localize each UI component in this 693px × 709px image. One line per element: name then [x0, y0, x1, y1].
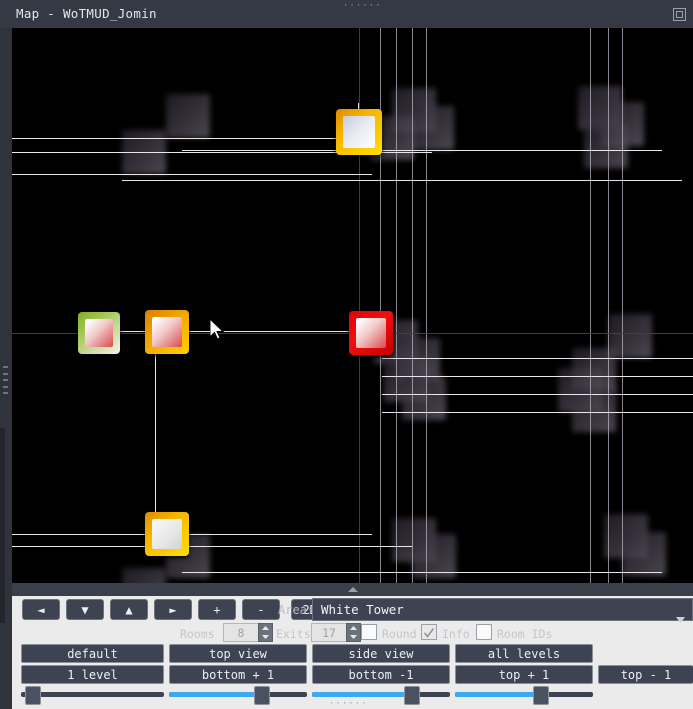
room-fill — [356, 318, 386, 348]
mouse-pointer-icon — [209, 317, 226, 343]
info-checkbox[interactable] — [421, 624, 437, 640]
pan-down-button[interactable]: ▼ — [66, 599, 104, 620]
exit-line — [122, 180, 682, 181]
map-window: ······ Map - WoTMUD_Jomin ◄ ▼ ▲ ► + - Ar… — [0, 0, 693, 709]
pan-up-button[interactable]: ▲ — [110, 599, 148, 620]
control-panel: ◄ ▼ ▲ ► + - 2D/3D Area: White Tower Room… — [12, 596, 693, 709]
exit-line — [382, 358, 693, 359]
exit-line — [590, 28, 591, 595]
exit-line — [12, 534, 372, 535]
exit-line — [382, 412, 693, 413]
view-1-level-button[interactable]: 1 level — [21, 665, 164, 684]
zoom-out-button[interactable]: - — [242, 599, 280, 620]
room-ids-checkbox[interactable] — [476, 624, 492, 640]
stats-row: Rooms 8 Exits 17 Round Info Room IDs — [12, 622, 693, 644]
left-splitter[interactable] — [0, 28, 12, 623]
exits-label: Exits — [276, 627, 311, 641]
ghost-room — [166, 94, 210, 138]
view-buttons: default top view side view all levels 1 … — [12, 644, 693, 688]
exit-line — [396, 28, 397, 595]
ghost-room — [402, 376, 446, 420]
exit-line — [412, 28, 413, 595]
slider-zoom[interactable] — [21, 683, 164, 705]
exit-line — [182, 150, 662, 151]
view-bottom-minus1-button[interactable]: bottom -1 — [312, 665, 450, 684]
exit-line — [608, 28, 609, 595]
view-default-button[interactable]: default — [21, 644, 164, 663]
rooms-spinbox[interactable]: 8 — [223, 623, 259, 642]
exit-line — [12, 546, 412, 547]
room-fill — [85, 319, 113, 347]
room-fill — [343, 116, 375, 148]
area-combo-value: White Tower — [321, 602, 404, 617]
area-label: Area: — [278, 603, 315, 617]
room-green-west[interactable] — [78, 312, 120, 354]
window-title: Map - WoTMUD_Jomin — [16, 6, 157, 21]
room-fill — [152, 317, 182, 347]
slider-handle[interactable] — [404, 686, 420, 705]
slider-fill — [169, 692, 262, 697]
titlebar: ······ Map - WoTMUD_Jomin — [0, 0, 693, 28]
area-combo-box[interactable]: White Tower — [312, 598, 693, 623]
toolbar-row: ◄ ▼ ▲ ► + - 2D/3D Area: White Tower — [12, 596, 693, 623]
room-current[interactable] — [349, 311, 393, 355]
pan-left-button[interactable]: ◄ — [22, 599, 60, 620]
exit-line — [12, 138, 352, 139]
exit-line — [12, 174, 372, 175]
left-splitter-lower — [0, 428, 5, 623]
exit-line — [382, 376, 693, 377]
room-ids-label: Room IDs — [497, 627, 553, 641]
ghost-room — [622, 532, 666, 576]
slider-handle[interactable] — [533, 686, 549, 705]
room-yellow-south[interactable] — [145, 512, 189, 556]
exit-line — [622, 28, 623, 595]
rooms-label: Rooms — [180, 627, 215, 641]
round-label: Round — [382, 627, 417, 641]
zoom-in-button[interactable]: + — [198, 599, 236, 620]
exits-spinbox[interactable]: 17 — [311, 623, 347, 642]
round-checkbox[interactable] — [361, 624, 377, 640]
room-fill — [152, 519, 182, 549]
slider-fill — [312, 692, 412, 697]
bottom-grip[interactable]: ······ — [329, 700, 367, 709]
exit-line — [382, 394, 693, 395]
float-window-icon[interactable] — [669, 5, 689, 24]
view-top-plus1-button[interactable]: top + 1 — [455, 665, 593, 684]
left-splitter-grip[interactable] — [3, 366, 8, 394]
pan-right-button[interactable]: ► — [154, 599, 192, 620]
slider-handle[interactable] — [25, 686, 41, 705]
titlebar-grip[interactable]: ······ — [343, 2, 381, 11]
room-yellow-north[interactable] — [336, 109, 382, 155]
exits-spinbox-buttons[interactable] — [346, 623, 361, 642]
exit-line — [155, 334, 156, 514]
rooms-spinbox-buttons[interactable] — [258, 623, 273, 642]
horizontal-splitter[interactable] — [12, 583, 693, 596]
slider-zrotate[interactable] — [455, 683, 593, 705]
slider-xrotate[interactable] — [169, 683, 307, 705]
info-label: Info — [442, 627, 470, 641]
slider-track — [21, 692, 164, 697]
view-side-button[interactable]: side view — [312, 644, 450, 663]
chevron-up-icon — [347, 587, 358, 592]
slider-fill — [455, 692, 541, 697]
view-all-levels-button[interactable]: all levels — [455, 644, 593, 663]
view-top-button[interactable]: top view — [169, 644, 307, 663]
slider-handle[interactable] — [254, 686, 270, 705]
view-top-minus1-button[interactable]: top - 1 — [598, 665, 693, 684]
room-orange-west[interactable] — [145, 310, 189, 354]
exit-line — [182, 572, 662, 573]
view-bottom-plus1-button[interactable]: bottom + 1 — [169, 665, 307, 684]
exit-line — [426, 28, 427, 595]
map-canvas[interactable] — [12, 28, 693, 595]
ghost-room — [410, 106, 454, 150]
